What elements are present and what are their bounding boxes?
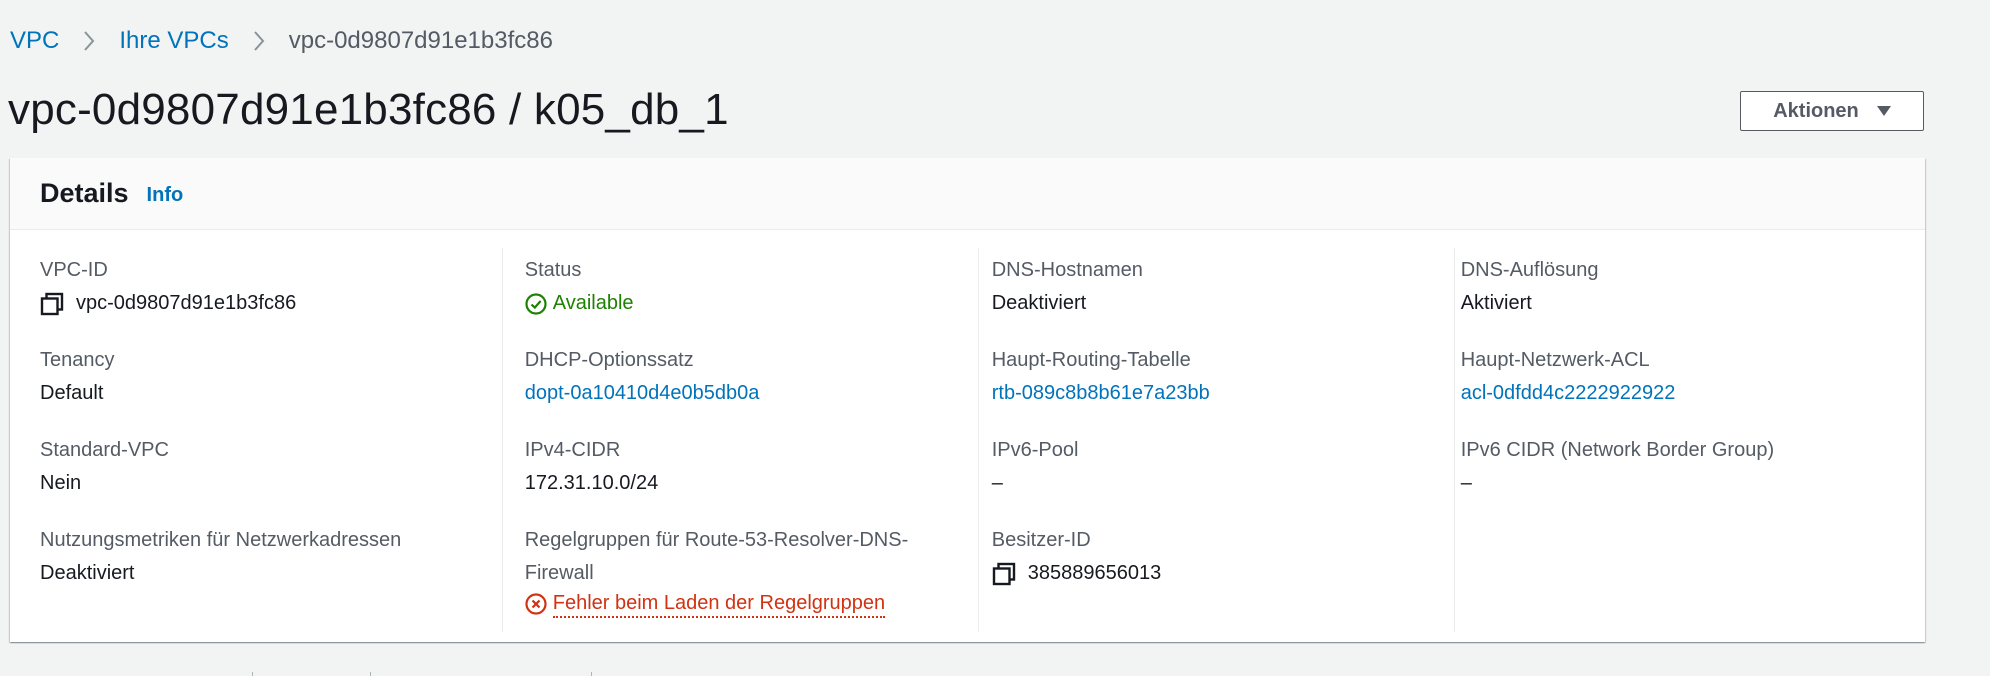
breadcrumb-ihre-vpcs[interactable]: Ihre VPCs [119,26,228,56]
owner-id-text: 385889656013 [1027,562,1162,584]
chevron-right-icon [84,31,95,51]
field-label: Haupt-Routing-Tabelle [991,349,1191,371]
field-label: Haupt-Netzwerk-ACL [1460,349,1650,371]
details-column-3: DNS-Hostnamen Deaktiviert Haupt-Routing-… [978,230,1447,642]
dns-resolution-value: Aktiviert [1460,292,1532,314]
field-label: IPv6 CIDR (Network Border Group) [1460,439,1775,461]
field-label: Status [524,259,582,281]
field-tenancy: Tenancy Default [40,344,489,410]
details-column-2: Status Available DHCP-Optionssatz dopt-0… [509,230,978,642]
tenancy-value: Default [40,382,104,404]
actions-button[interactable]: Aktionen [1740,91,1924,131]
field-network-address-metrics: Nutzungsmetriken für Netzwerkadressen De… [40,524,489,590]
owner-id-value: 385889656013 [992,557,1427,590]
dns-firewall-rule-groups-value: Fehler beim Laden der Regelgruppen [525,590,958,618]
field-label: DNS-Hostnamen [991,259,1143,281]
tab-divider [252,672,253,676]
standard-vpc-value: Nein [40,472,82,494]
field-dns-resolution: DNS-Auflösung Aktiviert [1461,254,1875,320]
field-vpc-id: VPC-ID vpc-0d9807d91e1b3fc86 [40,254,489,320]
details-panel: Details Info VPC-ID vpc-0d9807d91e1b3fc8… [10,158,1925,642]
field-ipv6-pool: IPv6-Pool – [992,434,1427,500]
status-error-icon [525,593,547,615]
details-column-1: VPC-ID vpc-0d9807d91e1b3fc86 Tenancy Def… [40,230,509,642]
details-panel-header: Details Info [10,158,1925,230]
copy-icon[interactable] [992,562,1016,586]
details-columns: VPC-ID vpc-0d9807d91e1b3fc86 Tenancy Def… [40,230,1895,642]
actions-button-label: Aktionen [1773,99,1859,122]
column-divider [502,248,503,632]
field-status: Status Available [525,254,958,320]
breadcrumb-current: vpc-0d9807d91e1b3fc86 [288,27,553,54]
breadcrumb: VPC Ihre VPCs vpc-0d9807d91e1b3fc86 [10,26,553,56]
ipv6-pool-value: – [991,472,1003,494]
field-dns-hostnames: DNS-Hostnamen Deaktiviert [992,254,1427,320]
info-link[interactable]: Info [147,184,184,207]
field-standard-vpc: Standard-VPC Nein [40,434,489,500]
page-title: vpc-0d9807d91e1b3fc86 / k05_db_1 [8,85,729,134]
dns-hostnames-value: Deaktiviert [991,292,1087,314]
caret-down-icon [1876,106,1891,116]
field-label: DHCP-Optionssatz [524,349,694,371]
status-text: Available [552,292,634,314]
field-label: IPv6-Pool [991,439,1079,461]
copy-icon[interactable] [40,292,64,316]
dhcp-options-link[interactable]: dopt-0a10410d4e0b5db0a [525,377,760,410]
field-label: Standard-VPC [40,439,169,461]
ipv6-cidr-value: – [1460,472,1472,494]
main-network-acl-link[interactable]: acl-0dfdd4c2222922922 [1461,377,1676,410]
field-ipv6-cidr: IPv6 CIDR (Network Border Group) – [1461,434,1875,500]
field-label: IPv4-CIDR [524,439,621,461]
field-label: Besitzer-ID [991,529,1091,551]
field-main-route-table: Haupt-Routing-Tabelle rtb-089c8b8b61e7a2… [992,344,1427,410]
status-value: Available [525,287,958,320]
tab-divider [591,672,592,676]
breadcrumb-vpc[interactable]: VPC [10,26,59,56]
network-address-metrics-value: Deaktiviert [40,562,135,584]
field-value: vpc-0d9807d91e1b3fc86 [40,287,489,320]
field-label: DNS-Auflösung [1460,259,1599,281]
details-title: Details [40,178,129,208]
main-route-table-link[interactable]: rtb-089c8b8b61e7a23bb [992,377,1210,410]
rule-groups-error-text[interactable]: Fehler beim Laden der Regelgruppen [552,590,886,618]
field-label: Nutzungsmetriken für Netzwerkadressen [40,529,402,551]
ipv4-cidr-value: 172.31.10.0/24 [524,472,659,494]
field-dhcp-options: DHCP-Optionssatz dopt-0a10410d4e0b5db0a [525,344,958,410]
field-dns-firewall-rule-groups: Regelgruppen für Route-53-Resolver-DNS-F… [525,524,958,618]
field-ipv4-cidr: IPv4-CIDR 172.31.10.0/24 [525,434,958,500]
tab-divider [370,672,371,676]
vpc-id-value: vpc-0d9807d91e1b3fc86 [76,292,297,314]
chevron-right-icon [253,31,265,51]
field-main-network-acl: Haupt-Netzwerk-ACL acl-0dfdd4c2222922922 [1461,344,1875,410]
field-label: Regelgruppen für Route-53-Resolver-DNS-F… [524,529,909,584]
status-ok-icon [525,292,547,315]
field-label: VPC-ID [40,259,108,281]
details-column-4: DNS-Auflösung Aktiviert Haupt-Netzwerk-A… [1447,230,1895,642]
field-owner-id: Besitzer-ID 385889656013 [992,524,1427,590]
field-label: Tenancy [40,349,115,371]
